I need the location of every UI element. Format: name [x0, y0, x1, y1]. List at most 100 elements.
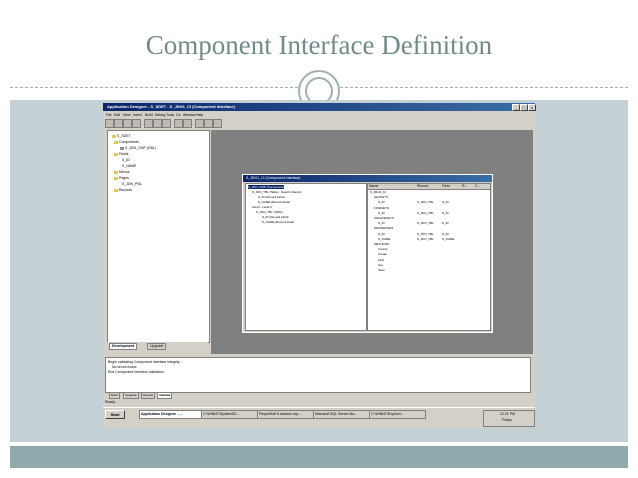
tab-development[interactable]: Development: [109, 343, 137, 350]
save-all-icon[interactable]: [132, 119, 141, 128]
save-icon[interactable]: [123, 119, 132, 128]
tree-item-pages[interactable]: Pages: [114, 176, 129, 180]
ci-row-field: S_ID: [442, 210, 449, 215]
taskbar-item[interactable]: Microsoft SQL Server Ma...: [313, 410, 370, 419]
status-bar: Ready: [103, 400, 535, 406]
column-header-c[interactable]: C...: [474, 184, 491, 190]
tab-upgrade-output[interactable]: Upgrade: [123, 392, 139, 399]
clock-day: Friday: [502, 418, 512, 422]
menu-file[interactable]: File: [106, 113, 112, 117]
cut-icon[interactable]: [144, 119, 153, 128]
ci-row-name[interactable]: S_ID: [378, 221, 385, 225]
ci-row-name[interactable]: Cancel: [378, 247, 387, 251]
output-line: No errors found.: [112, 365, 138, 369]
ci-row-name[interactable]: Save: [378, 268, 385, 272]
structure-row[interactable]: Scroll - Level 0: [252, 205, 272, 209]
project-workspace[interactable]: S_SDET Components S_JDN_CMP (GBL) Fields…: [107, 130, 210, 343]
find-icon[interactable]: [174, 119, 183, 128]
menu-tools[interactable]: Tools: [166, 113, 174, 117]
ci-row-record: S_JDN_TBL: [417, 221, 434, 226]
app-titlebar: Application Designer - S_SDET - S_JDH1_C…: [103, 103, 536, 111]
output-line: Begin validating Component Interface int…: [108, 360, 184, 364]
ci-row-name[interactable]: METHODS: [374, 242, 389, 246]
structure-row[interactable]: S_ID (Record Field): [262, 215, 289, 219]
structure-row[interactable]: S_NAME (Record Field): [262, 220, 294, 224]
taskbar-item[interactable]: PeopleSoft 8 session exp...: [257, 410, 314, 419]
ci-row-name[interactable]: S_ID: [378, 211, 385, 215]
new-icon[interactable]: [105, 119, 114, 128]
tree-item-field[interactable]: S_ID: [122, 158, 130, 162]
open-icon[interactable]: [114, 119, 123, 128]
tab-results[interactable]: Results: [141, 392, 156, 399]
column-header-r[interactable]: R...: [461, 184, 475, 190]
ci-definition-pane[interactable]: Name Record Field R... C... S_JDH1_CI GET…: [367, 183, 491, 331]
structure-row[interactable]: S_JDN_TBL (Table) - Search Record: [252, 190, 301, 194]
tree-item-components[interactable]: Components: [114, 140, 139, 144]
ci-row-record: S_JDN_TBL: [417, 210, 434, 215]
folder-icon: [114, 140, 118, 144]
ci-row-name[interactable]: CREATEKEYS: [374, 216, 394, 220]
paste-icon[interactable]: [162, 119, 171, 128]
structure-row-component[interactable]: S_JDN_CMP (Component): [248, 185, 285, 189]
column-header-field[interactable]: Field: [441, 184, 462, 190]
tree-item-component[interactable]: S_JDN_CMP (GBL): [120, 146, 156, 150]
menu-view[interactable]: View: [123, 113, 131, 117]
ci-row-field: S_ID: [442, 221, 449, 226]
folder-icon: [114, 152, 118, 156]
ci-row-name[interactable]: Create: [378, 252, 387, 256]
menu-go[interactable]: Go: [176, 113, 181, 117]
maximize-button[interactable]: □: [520, 104, 528, 111]
component-interface-window[interactable]: S_JDH1_CI (Component Interface) S_JDN_CM…: [242, 174, 493, 333]
start-button[interactable]: Start: [105, 410, 125, 419]
output-icon[interactable]: [213, 119, 222, 128]
tab-upgrade[interactable]: Upgrade: [147, 343, 167, 350]
close-button[interactable]: x: [528, 104, 536, 111]
menu-window[interactable]: Window: [183, 113, 195, 117]
folder-icon: [112, 134, 116, 138]
output-window[interactable]: Begin validating Component Interface int…: [105, 357, 531, 393]
ci-row-record: S_JDN_TBL: [417, 231, 434, 236]
ci-row-field: S_ID: [442, 200, 449, 205]
menu-debug[interactable]: Debug: [155, 113, 165, 117]
column-header-record[interactable]: Record: [416, 184, 442, 190]
tab-build[interactable]: Build: [109, 392, 120, 399]
properties-icon[interactable]: [195, 119, 204, 128]
copy-icon[interactable]: [153, 119, 162, 128]
menu-build[interactable]: Build: [145, 113, 153, 117]
tree-item-page[interactable]: S_JDN_PNL: [122, 182, 142, 186]
build-icon[interactable]: [183, 119, 192, 128]
ci-row-name[interactable]: Get: [378, 263, 383, 267]
tree-item-fields[interactable]: Fields: [114, 152, 128, 156]
taskbar-item[interactable]: C:\WINNT\Explorer...: [369, 410, 426, 419]
structure-row[interactable]: S_NAME (Record Field): [258, 200, 290, 204]
tree-item-menus[interactable]: Menus: [114, 170, 130, 174]
system-tray: 12:21 PM Friday: [483, 410, 535, 427]
taskbar-item[interactable]: C:\WINNT\System32\...: [201, 410, 258, 419]
tree-item-field[interactable]: S_NAME: [122, 164, 136, 168]
structure-row[interactable]: S_ID (Record Field): [258, 195, 285, 199]
tree-item-project[interactable]: S_SDET: [112, 134, 131, 138]
ci-row-name[interactable]: PROPERTIES: [374, 226, 393, 230]
menu-help[interactable]: Help: [196, 113, 203, 117]
minimize-button[interactable]: _: [512, 104, 520, 111]
tree-item-records[interactable]: Records: [114, 188, 132, 192]
ci-row-name[interactable]: S_ID: [378, 232, 385, 236]
ci-row-name[interactable]: GETKEYS: [374, 195, 388, 199]
menu-bar: File Edit View Insert Build Debug Tools …: [103, 112, 535, 118]
ci-row-name[interactable]: S_NAME: [378, 237, 390, 241]
project-icon[interactable]: [204, 119, 213, 128]
component-structure-pane[interactable]: S_JDN_CMP (Component) S_JDN_TBL (Table) …: [245, 183, 367, 331]
menu-edit[interactable]: Edit: [114, 113, 120, 117]
tab-validate[interactable]: Validate: [157, 392, 173, 399]
ci-window-title: S_JDH1_CI (Component Interface): [246, 176, 301, 180]
structure-row[interactable]: S_JDN_TBL (Table): [256, 210, 283, 214]
ci-window-titlebar[interactable]: S_JDH1_CI (Component Interface): [243, 175, 492, 182]
ci-row-name[interactable]: S_ID: [378, 200, 385, 204]
ci-row-field: S_ID: [442, 231, 449, 236]
menu-insert[interactable]: Insert: [133, 113, 142, 117]
ci-row-name[interactable]: FINDKEYS: [374, 206, 389, 210]
ci-row-name[interactable]: Find: [378, 258, 384, 262]
ci-row-record: S_JDN_TBL: [417, 200, 434, 205]
taskbar-item[interactable]: Application Designer - ...: [139, 410, 202, 419]
ci-row-name[interactable]: S_JDH1_CI: [370, 190, 386, 194]
